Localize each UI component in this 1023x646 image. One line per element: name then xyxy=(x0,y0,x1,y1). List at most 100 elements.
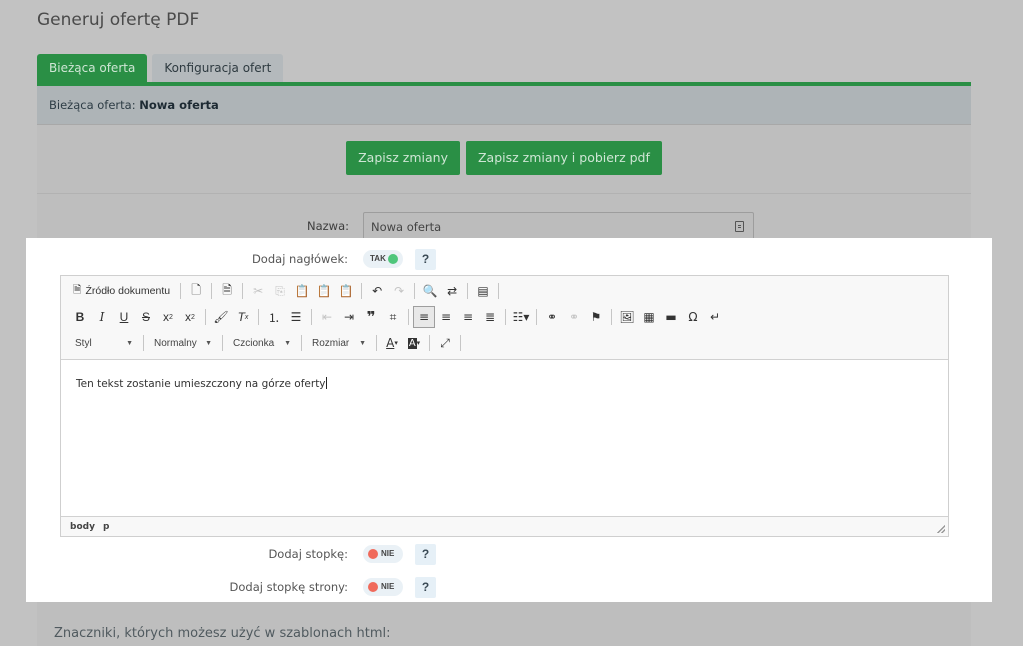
add-header-toggle[interactable]: TAK xyxy=(363,250,403,268)
align-right-icon[interactable]: ≡ xyxy=(457,306,479,328)
style-dropdown[interactable]: Styl ▼ xyxy=(69,332,139,354)
link-icon[interactable]: ⚭ xyxy=(541,306,563,328)
chevron-down-icon: ▼ xyxy=(126,339,133,347)
toolbar-separator xyxy=(311,309,312,325)
add-footer-toggle[interactable]: NIE xyxy=(363,545,403,563)
name-input-value: Nowa oferta xyxy=(371,220,442,234)
numbered-list-icon[interactable]: ⒈ xyxy=(263,306,285,328)
templates-icon[interactable]: 🗎 xyxy=(216,280,238,302)
size-dropdown-label: Rozmiar xyxy=(312,337,350,349)
align-center-icon[interactable]: ≡ xyxy=(435,306,457,328)
action-buttons: Zapisz zmiany Zapisz zmiany i pobierz pd… xyxy=(37,141,971,175)
special-char-icon[interactable]: Ω xyxy=(682,306,704,328)
toolbar-separator xyxy=(376,335,377,351)
cut-icon[interactable]: ✂ xyxy=(247,280,269,302)
div-container-icon[interactable]: ⌗ xyxy=(382,306,404,328)
justify-icon[interactable]: ≣ xyxy=(479,306,501,328)
copy-format-icon[interactable]: 🖌 xyxy=(210,306,232,328)
text-cursor xyxy=(325,377,327,389)
field-menu-icon[interactable] xyxy=(735,221,744,232)
toggle-state-text: NIE xyxy=(381,549,395,558)
strikethrough-icon[interactable]: S xyxy=(135,306,157,328)
editor-text: Ten tekst zostanie umieszczony na górze … xyxy=(76,378,326,390)
undo-icon[interactable]: ↶ xyxy=(366,280,388,302)
decrease-indent-icon[interactable]: ⇤ xyxy=(316,306,338,328)
path-p[interactable]: p xyxy=(103,522,109,532)
current-offer-heading: Bieżąca oferta: Nowa oferta xyxy=(49,98,219,112)
help-icon-page-footer[interactable]: ? xyxy=(415,577,436,598)
increase-indent-icon[interactable]: ⇥ xyxy=(338,306,360,328)
background-color-icon[interactable]: A ▾ xyxy=(403,332,425,354)
element-path-bar: body p xyxy=(61,516,948,536)
maximize-icon[interactable]: ⤢ xyxy=(434,332,456,354)
chevron-down-icon: ▼ xyxy=(205,339,212,347)
editor-content[interactable]: Ten tekst zostanie umieszczony na górze … xyxy=(61,361,948,516)
save-button[interactable]: Zapisz zmiany xyxy=(346,141,460,175)
source-icon: 🗎 xyxy=(73,284,82,296)
new-page-icon[interactable]: 🗋 xyxy=(185,280,207,302)
blockquote-icon[interactable]: ❞ xyxy=(360,306,382,328)
chevron-down-icon: ▼ xyxy=(284,339,291,347)
save-and-download-pdf-button[interactable]: Zapisz zmiany i pobierz pdf xyxy=(465,141,662,175)
paste-word-icon[interactable]: 📋 xyxy=(335,280,357,302)
superscript-icon[interactable]: x2 xyxy=(179,306,201,328)
underline-icon[interactable]: U xyxy=(113,306,135,328)
table-icon[interactable]: ▦ xyxy=(638,306,660,328)
text-color-icon[interactable]: A ▾ xyxy=(381,332,403,354)
font-dropdown[interactable]: Czcionka ▼ xyxy=(227,332,297,354)
tab-bar: Bieżąca oferta Konfiguracja ofert xyxy=(37,54,284,83)
toolbar-separator xyxy=(498,283,500,299)
toolbar-separator xyxy=(301,335,302,351)
remove-format-icon[interactable]: Tx xyxy=(232,306,254,328)
toolbar-separator xyxy=(460,335,461,351)
toolbar-separator xyxy=(408,309,409,325)
path-body[interactable]: body xyxy=(70,522,95,532)
toolbar-separator xyxy=(505,309,506,325)
replace-icon[interactable]: ⇄ xyxy=(441,280,463,302)
anchor-flag-icon[interactable]: ⚑ xyxy=(585,306,607,328)
align-left-icon[interactable]: ≡ xyxy=(413,306,435,328)
toggle-knob xyxy=(388,254,398,264)
toolbar-separator xyxy=(536,309,537,325)
paste-icon[interactable]: 📋 xyxy=(291,280,313,302)
toolbar-separator xyxy=(205,309,206,325)
toolbar-row-2: B I U S x2 x2 🖌 Tx ⒈ ☰ ⇤ ⇥ ❞ ⌗ ≡ ≡ ≡ ≣ ☷… xyxy=(69,306,726,328)
horizontal-line-icon[interactable]: ▬ xyxy=(660,306,682,328)
font-dropdown-label: Czcionka xyxy=(233,337,275,349)
name-input[interactable]: Nowa oferta xyxy=(363,212,754,241)
italic-icon[interactable]: I xyxy=(91,306,113,328)
bold-icon[interactable]: B xyxy=(69,306,91,328)
toolbar-separator xyxy=(429,335,430,351)
add-page-footer-toggle[interactable]: NIE xyxy=(363,578,403,596)
format-dropdown[interactable]: Normalny ▼ xyxy=(148,332,218,354)
name-label: Nazwa: xyxy=(307,219,350,233)
rich-text-editor: 🗎 Źródło dokumentu 🗋 🗎 ✂ ⎘ 📋 📋 📋 ↶ ↷ 🔍 ⇄… xyxy=(60,275,949,537)
unlink-icon[interactable]: ⚭ xyxy=(563,306,585,328)
select-all-icon[interactable]: ▤ xyxy=(472,280,494,302)
toolbar-separator xyxy=(611,309,612,325)
toggle-state-text: NIE xyxy=(381,582,395,591)
source-label: Źródło dokumentu xyxy=(85,285,171,297)
size-dropdown[interactable]: Rozmiar ▼ xyxy=(306,332,372,354)
image-icon[interactable]: 🖼 xyxy=(616,306,638,328)
format-dropdown-label: Normalny xyxy=(154,337,197,349)
copy-icon[interactable]: ⎘ xyxy=(269,280,291,302)
toolbar-separator xyxy=(222,335,223,351)
find-icon[interactable]: 🔍 xyxy=(419,280,441,302)
help-icon-footer[interactable]: ? xyxy=(415,544,436,565)
divider xyxy=(37,193,971,194)
toolbar-separator xyxy=(143,335,144,351)
help-icon-header[interactable]: ? xyxy=(415,249,436,270)
resize-handle-icon[interactable] xyxy=(937,525,945,533)
tab-offer-config[interactable]: Konfiguracja ofert xyxy=(152,54,284,83)
language-icon[interactable]: ☷▾ xyxy=(510,306,532,328)
subscript-icon[interactable]: x2 xyxy=(157,306,179,328)
page-break-icon[interactable]: ↵ xyxy=(704,306,726,328)
paste-text-icon[interactable]: 📋 xyxy=(313,280,335,302)
source-button[interactable]: 🗎 Źródło dokumentu xyxy=(69,280,176,302)
chevron-down-icon: ▼ xyxy=(359,339,366,347)
bulleted-list-icon[interactable]: ☰ xyxy=(285,306,307,328)
toolbar-separator xyxy=(258,309,259,325)
tab-current-offer[interactable]: Bieżąca oferta xyxy=(37,54,148,83)
redo-icon[interactable]: ↷ xyxy=(388,280,410,302)
